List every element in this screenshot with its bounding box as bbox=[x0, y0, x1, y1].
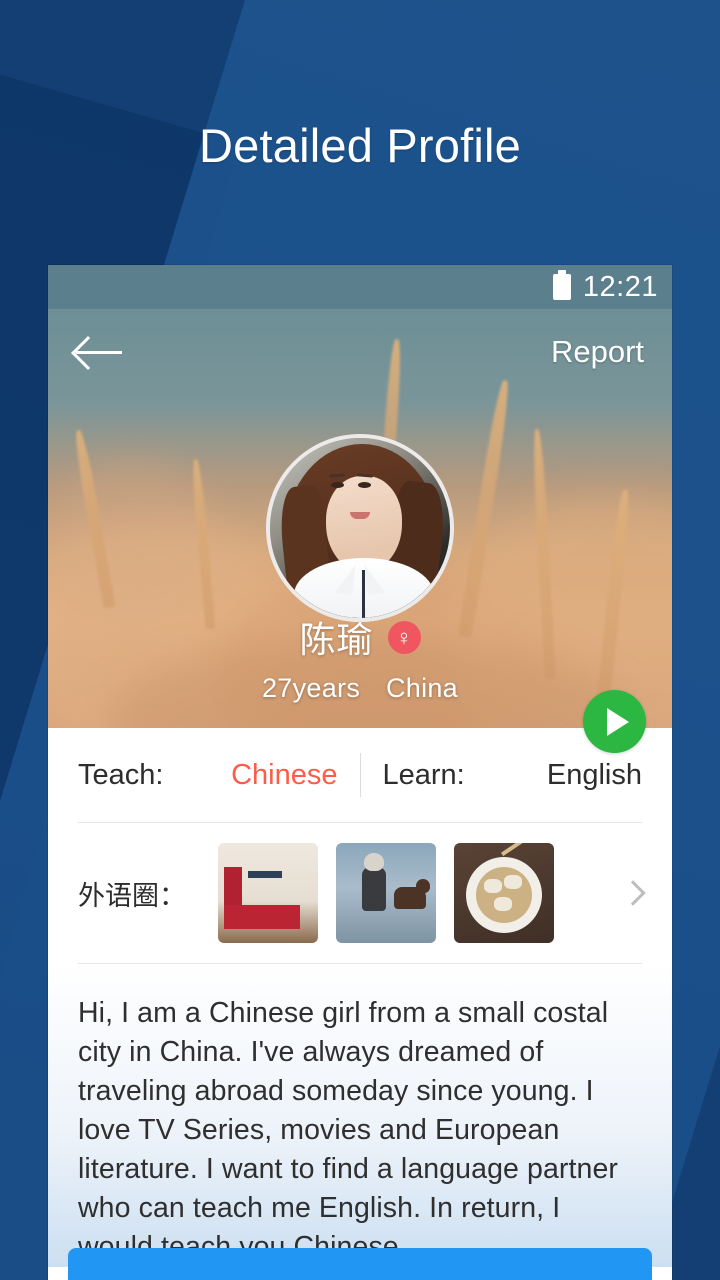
avatar-collar bbox=[334, 563, 356, 595]
moments-row[interactable]: 外语圈： bbox=[48, 823, 672, 963]
status-time: 12:21 bbox=[582, 270, 658, 303]
phone-screen: 12:21 Report 陈瑜 ♀ 27years China Teach: C… bbox=[48, 265, 672, 1280]
teach-cell[interactable]: Teach: Chinese bbox=[78, 759, 338, 792]
battery-icon bbox=[552, 270, 571, 300]
avatar-collar bbox=[364, 563, 386, 595]
languages-divider bbox=[359, 753, 361, 797]
profile-name: 陈瑜 bbox=[299, 619, 374, 660]
profile-age: 27years bbox=[261, 673, 361, 703]
promo-backdrop: Detailed Profile 12:21 Report 陈瑜 ♀ 27yea… bbox=[0, 0, 720, 1280]
avatar-eye bbox=[331, 482, 344, 488]
learn-cell[interactable]: Learn: English bbox=[383, 759, 643, 792]
thumb-detail bbox=[362, 853, 386, 911]
chevron-right-icon[interactable] bbox=[620, 880, 646, 906]
thumb-red-kitchen[interactable] bbox=[218, 843, 318, 943]
languages-row: Teach: Chinese Learn: English bbox=[48, 728, 672, 822]
chat-button[interactable] bbox=[68, 1248, 652, 1280]
thumb-detail bbox=[494, 897, 512, 911]
learn-value: English bbox=[546, 758, 642, 791]
avatar[interactable] bbox=[266, 434, 454, 622]
report-button[interactable]: Report bbox=[551, 334, 644, 370]
thumb-detail bbox=[504, 875, 522, 889]
bio-text: Hi, I am a Chinese girl from a small cos… bbox=[78, 997, 619, 1263]
thumb-child-and-dog[interactable] bbox=[336, 843, 436, 943]
gender-female-icon: ♀ bbox=[387, 620, 421, 654]
page-title: Detailed Profile bbox=[199, 119, 521, 172]
teach-label: Teach: bbox=[78, 758, 164, 791]
thumb-detail bbox=[476, 867, 532, 923]
hero-photo: Report 陈瑜 ♀ 27years China bbox=[48, 309, 672, 728]
thumb-wonton-soup[interactable] bbox=[454, 843, 554, 943]
profile-country: China bbox=[385, 673, 458, 703]
thumb-detail bbox=[484, 879, 502, 893]
profile-meta: 27years China bbox=[48, 673, 672, 704]
thumb-detail bbox=[248, 871, 282, 878]
teach-value: Chinese bbox=[231, 758, 338, 791]
nav-bar: Report bbox=[48, 309, 672, 395]
bio-section: Hi, I am a Chinese girl from a small cos… bbox=[48, 964, 672, 1267]
thumb-detail bbox=[394, 879, 430, 909]
play-icon bbox=[606, 707, 629, 736]
play-audio-button[interactable] bbox=[583, 690, 646, 753]
name-row: 陈瑜 ♀ bbox=[48, 611, 672, 663]
identity-block: 陈瑜 ♀ 27years China bbox=[48, 611, 672, 704]
moments-thumbnails bbox=[218, 843, 554, 943]
learn-label: Learn: bbox=[382, 758, 465, 791]
thumb-detail bbox=[280, 905, 300, 929]
status-bar: 12:21 bbox=[48, 265, 672, 309]
thumb-detail bbox=[500, 843, 544, 857]
back-arrow-icon[interactable] bbox=[76, 336, 122, 368]
profile-body: Teach: Chinese Learn: English 外语圈： Hi, I… bbox=[48, 728, 672, 1267]
moments-label: 外语圈： bbox=[78, 880, 186, 911]
avatar-eye bbox=[358, 482, 371, 488]
